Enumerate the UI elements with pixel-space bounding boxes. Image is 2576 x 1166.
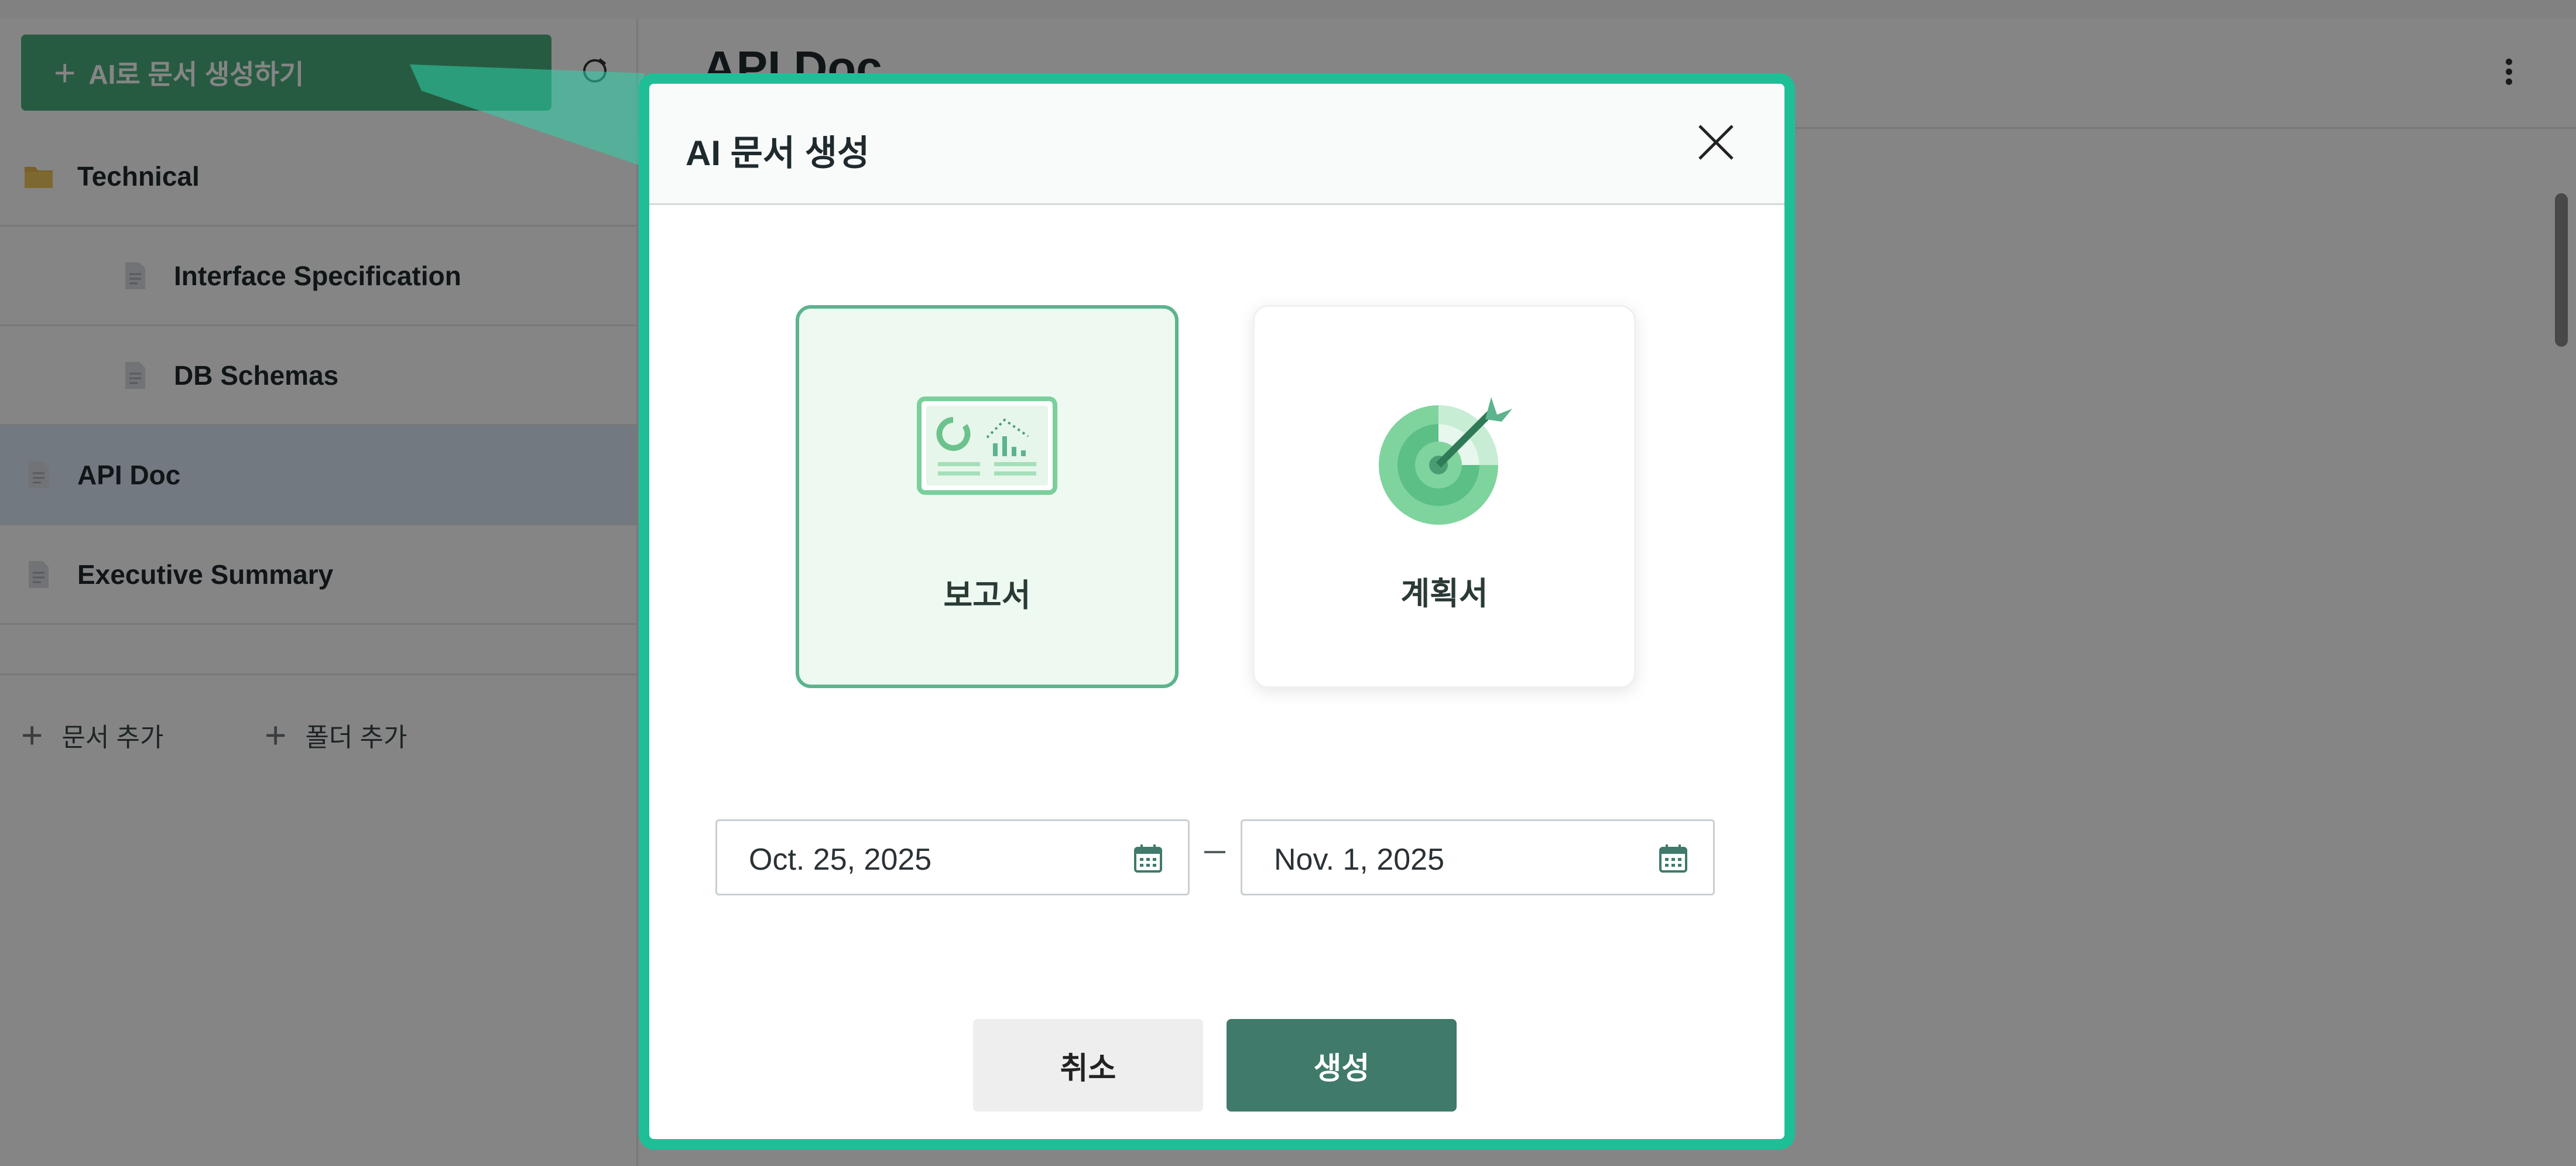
doc-type-label: 계획서 (1400, 576, 1488, 611)
close-icon[interactable] (1693, 119, 1739, 166)
target-icon (1379, 397, 1512, 525)
end-date-field[interactable]: Nov. 1, 2025 (1241, 819, 1715, 895)
calendar-icon[interactable] (1132, 842, 1164, 875)
date-range-separator (1204, 851, 1225, 853)
modal-header: AI 문서 생성 (649, 84, 1784, 205)
calendar-icon[interactable] (1657, 842, 1690, 875)
report-dashboard-icon (917, 396, 1057, 495)
doc-type-card-report[interactable]: 보고서 (796, 305, 1179, 688)
start-date-field[interactable]: Oct. 25, 2025 (715, 819, 1190, 895)
create-button[interactable]: 생성 (1227, 1019, 1457, 1112)
end-date-value: Nov. 1, 2025 (1274, 843, 1445, 877)
start-date-value: Oct. 25, 2025 (749, 843, 932, 877)
doc-type-card-plan[interactable]: 계획서 (1253, 305, 1636, 688)
doc-type-label: 보고서 (943, 578, 1031, 613)
ai-document-modal: AI 문서 생성 보고서 계획서 Oct. 25, 2025 Nov. 1, 2… (639, 73, 1795, 1150)
modal-body: AI 문서 생성 보고서 계획서 Oct. 25, 2025 Nov. 1, 2… (649, 84, 1784, 1139)
cancel-button[interactable]: 취소 (973, 1019, 1203, 1112)
modal-title: AI 문서 생성 (686, 134, 870, 173)
